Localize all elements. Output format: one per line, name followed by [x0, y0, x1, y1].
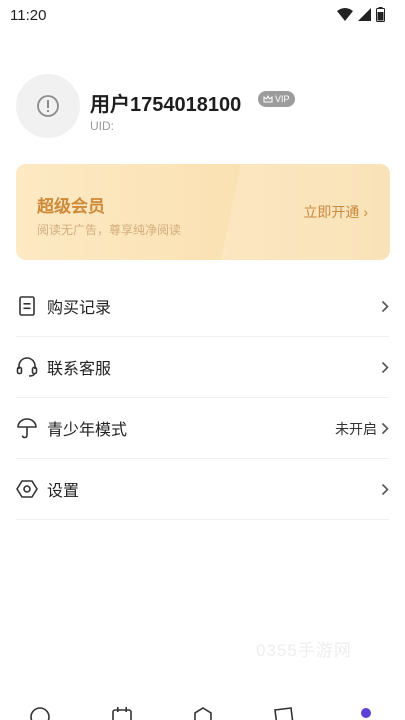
menu-item-customer-service[interactable]: 联系客服 — [16, 337, 389, 398]
battery-icon — [376, 7, 385, 22]
vip-membership-card[interactable]: 超级会员 阅读无广告，尊享纯净阅读 立即开通 › — [16, 164, 390, 260]
tab-profile[interactable] — [355, 706, 377, 720]
umbrella-icon — [16, 417, 38, 439]
chevron-right-icon — [381, 483, 389, 496]
book-icon — [274, 707, 294, 720]
menu-list: 购买记录 联系客服 青少年模式 未开启 设置 — [16, 276, 389, 520]
bottom-tab-bar — [0, 706, 405, 720]
teen-mode-status: 未开启 — [335, 420, 377, 437]
menu-item-label: 购买记录 — [47, 300, 112, 317]
status-time: 11:20 — [10, 7, 47, 24]
vip-subtitle: 阅读无广告，尊享纯净阅读 — [37, 223, 182, 237]
crown-icon — [263, 95, 273, 103]
open-vip-button[interactable]: 立即开通 › — [303, 202, 368, 222]
vip-title: 超级会员 — [37, 197, 105, 216]
vip-badge-label: VIP — [275, 94, 290, 104]
status-icons — [337, 7, 385, 22]
hexagon-icon — [194, 707, 212, 720]
chevron-right-icon — [381, 422, 389, 435]
wifi-icon — [337, 8, 353, 21]
tab-discover[interactable] — [192, 706, 214, 720]
settings-hexagon-icon — [16, 478, 38, 500]
username: 用户1754018100 — [90, 94, 242, 116]
vip-badge: VIP — [258, 91, 295, 107]
menu-item-label: 联系客服 — [47, 361, 112, 378]
status-bar: 11:20 — [0, 0, 405, 32]
calendar-icon — [112, 707, 132, 720]
chevron-right-icon — [381, 361, 389, 374]
profile-header[interactable]: 用户1754018100 VIP UID: — [16, 74, 389, 144]
menu-item-label: 设置 — [47, 483, 80, 500]
tab-calendar[interactable] — [111, 706, 133, 720]
receipt-icon — [16, 295, 38, 317]
menu-item-teen-mode[interactable]: 青少年模式 未开启 — [16, 398, 389, 459]
menu-item-label: 青少年模式 — [47, 422, 128, 439]
compass-icon — [30, 707, 50, 720]
open-vip-label: 立即开通 › — [303, 204, 368, 220]
chevron-right-icon — [381, 300, 389, 313]
avatar[interactable] — [16, 74, 80, 138]
signal-icon — [358, 8, 371, 21]
menu-item-settings[interactable]: 设置 — [16, 459, 389, 520]
alert-circle-icon — [37, 95, 59, 117]
tab-library[interactable] — [273, 706, 295, 720]
uid-label: UID: — [90, 119, 114, 133]
watermark: 0355手游网 — [256, 641, 352, 660]
user-icon — [361, 708, 371, 718]
menu-item-purchase-history[interactable]: 购买记录 — [16, 276, 389, 337]
tab-bookshelf[interactable] — [29, 706, 51, 720]
headset-icon — [16, 356, 38, 378]
